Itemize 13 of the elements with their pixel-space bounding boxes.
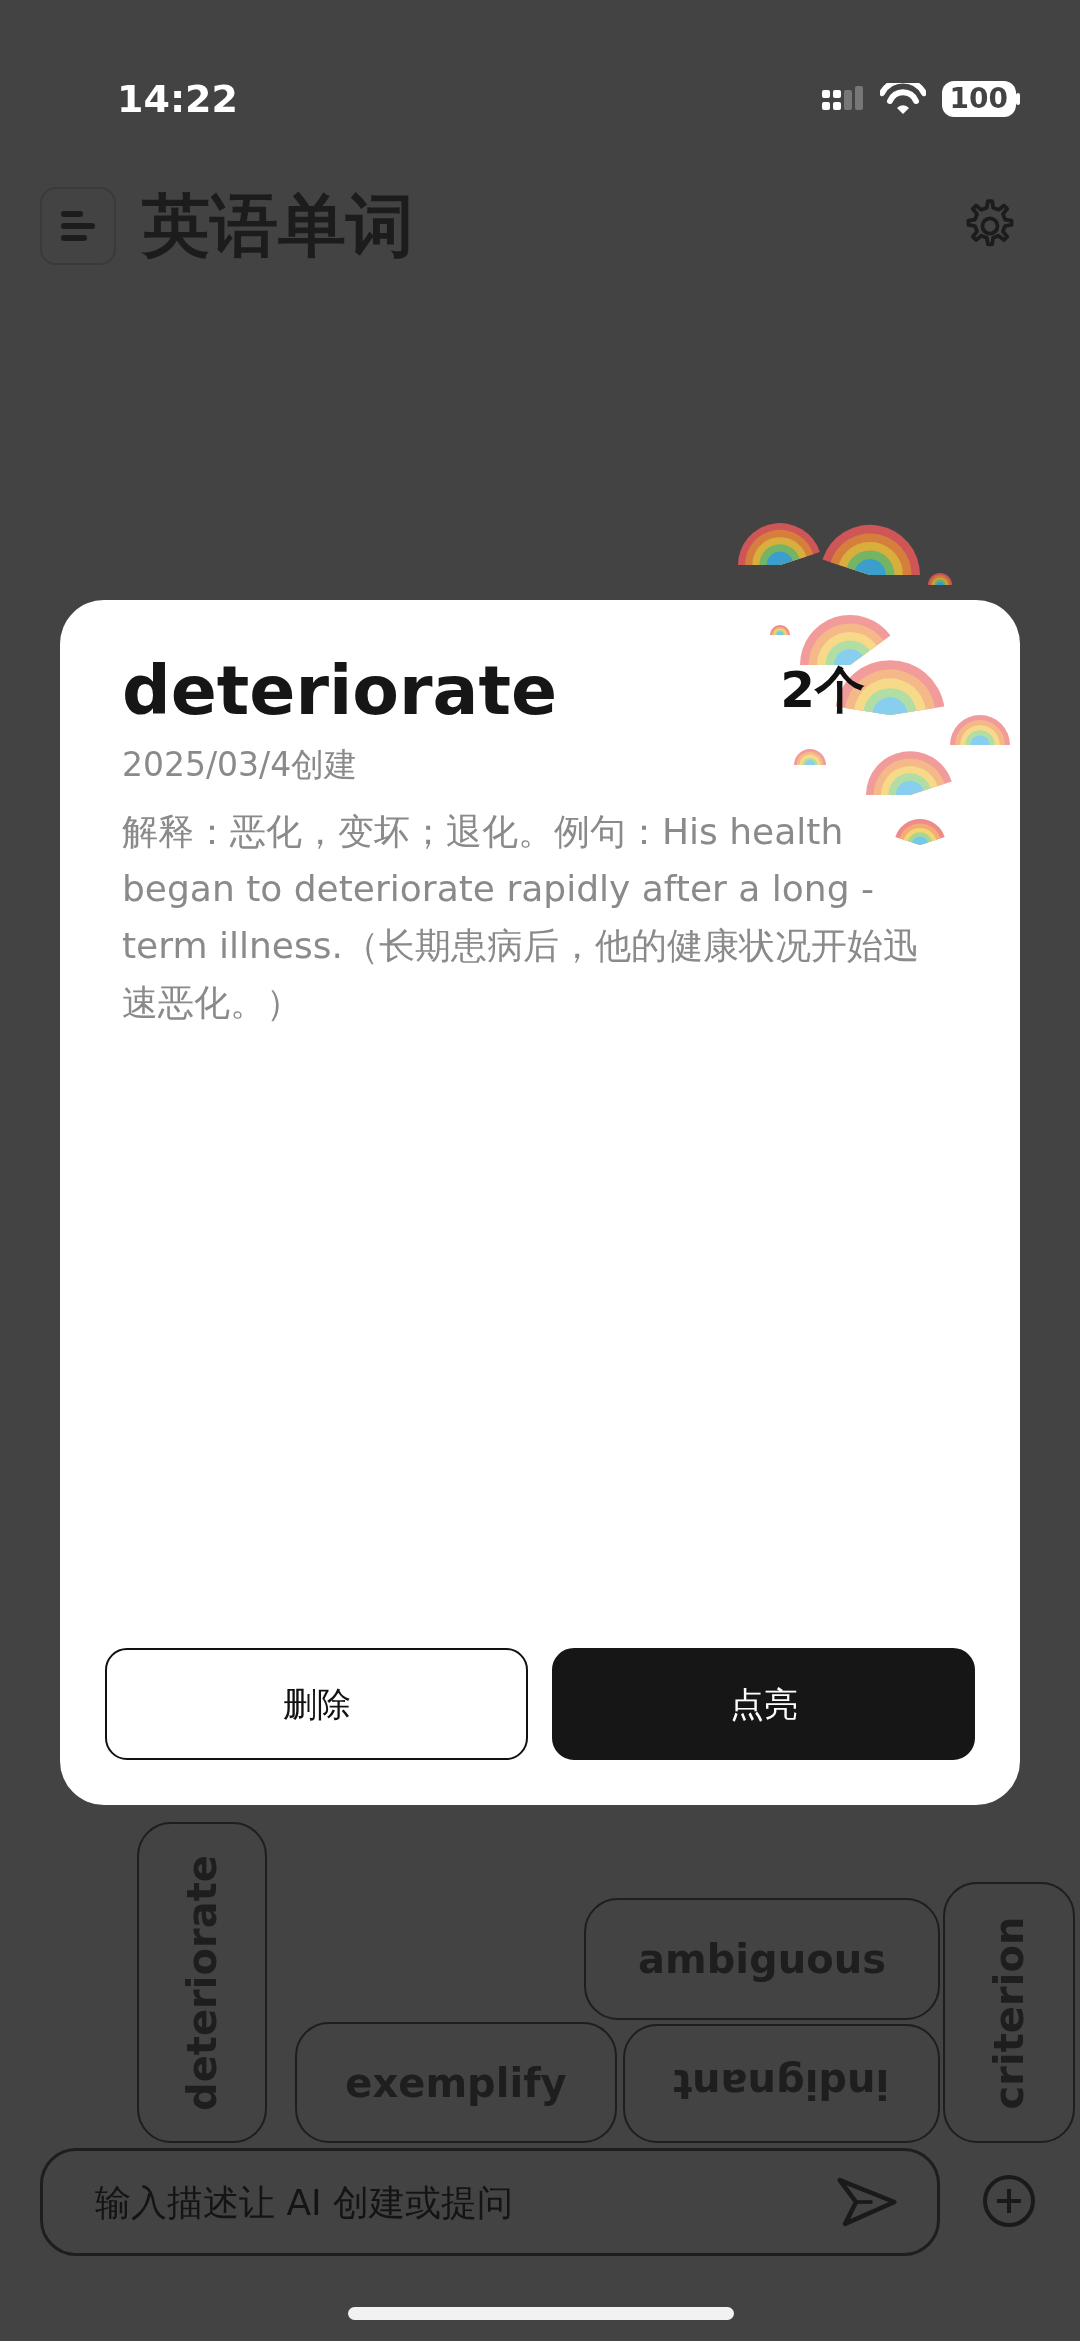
word-count: 2个	[780, 660, 865, 722]
signal-icon	[821, 86, 864, 112]
status-time: 14:22	[117, 75, 238, 123]
delete-button[interactable]: 删除	[105, 1648, 528, 1760]
light-up-button[interactable]: 点亮	[552, 1648, 975, 1760]
add-icon[interactable]	[982, 2174, 1036, 2228]
word-explanation: 解释：恶化，变坏；退化。例句：His health began to deteriorate rapidly after a long - term illness.（长期患病后，他的健康状况开始迅速恶化。）	[122, 810, 920, 1026]
menu-button[interactable]	[40, 187, 116, 265]
menu-icon	[61, 211, 95, 241]
battery-level: 100	[941, 81, 1016, 117]
word-title: deteriorate	[122, 650, 558, 732]
created-date: 2025/03/4创建	[122, 743, 359, 786]
wifi-icon	[879, 83, 926, 115]
